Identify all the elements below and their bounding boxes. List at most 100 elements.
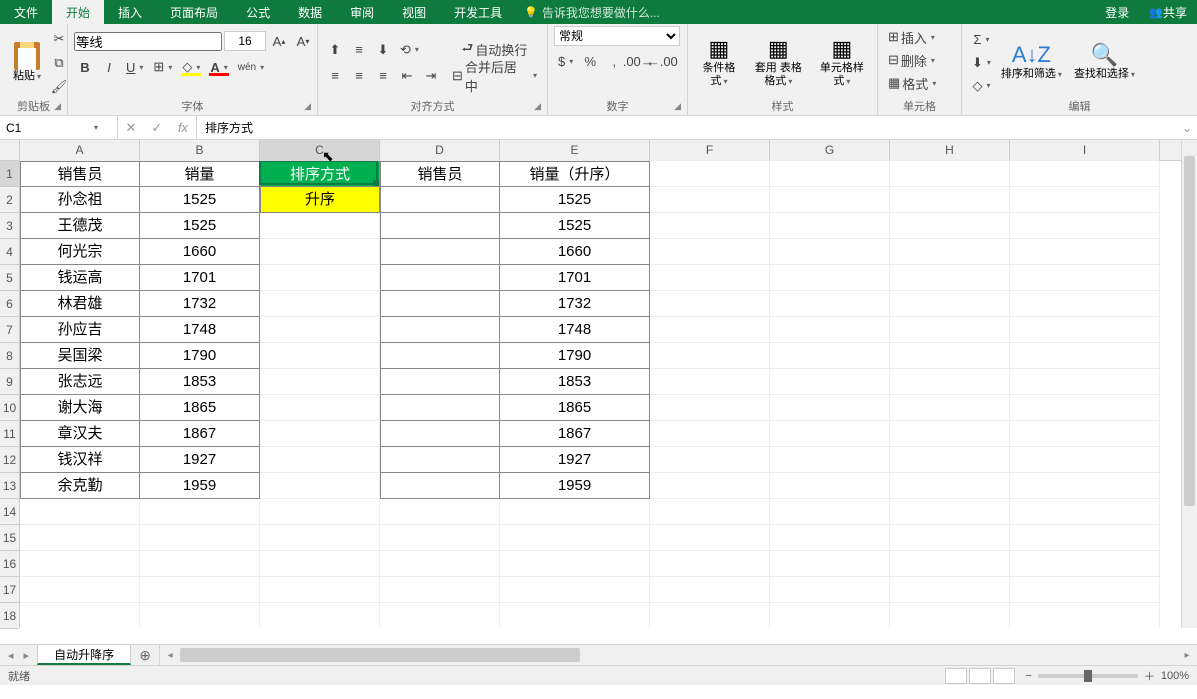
increase-indent-button[interactable]: ⇥ — [420, 65, 442, 87]
decrease-indent-button[interactable]: ⇤ — [396, 65, 418, 87]
percent-button[interactable]: % — [579, 50, 601, 72]
tab-home[interactable]: 开始 — [52, 0, 104, 24]
cell-A16[interactable] — [20, 551, 140, 577]
cell-D15[interactable] — [380, 525, 500, 551]
formula-bar-input[interactable]: 排序方式 — [197, 116, 1177, 139]
tab-formulas[interactable]: 公式 — [232, 0, 284, 24]
hscroll-left[interactable]: ◂ — [162, 645, 178, 665]
cut-button[interactable]: ✂ — [48, 28, 70, 50]
format-cells-button[interactable]: ▦ 格式 ▾ — [884, 72, 940, 94]
cell-E6[interactable]: 1732 — [500, 291, 650, 317]
tab-developer[interactable]: 开发工具 — [440, 0, 516, 24]
cell-F3[interactable] — [650, 213, 770, 239]
share-button[interactable]: 共享 — [1139, 4, 1197, 21]
cell-C18[interactable] — [260, 603, 380, 628]
cell-C10[interactable] — [260, 395, 380, 421]
cell-G10[interactable] — [770, 395, 890, 421]
cell-H3[interactable] — [890, 213, 1010, 239]
row-header-6[interactable]: 6 — [0, 291, 19, 317]
row-header-7[interactable]: 7 — [0, 317, 19, 343]
cell-E18[interactable] — [500, 603, 650, 628]
cell-D16[interactable] — [380, 551, 500, 577]
row-header-12[interactable]: 12 — [0, 447, 19, 473]
underline-button[interactable]: U▾ — [122, 56, 147, 78]
borders-button[interactable]: ⊞▾ — [149, 56, 176, 78]
cell-A10[interactable]: 谢大海 — [20, 395, 140, 421]
cell-E17[interactable] — [500, 577, 650, 603]
cell-D8[interactable] — [380, 343, 500, 369]
confirm-edit-button[interactable]: ✓ — [144, 117, 170, 139]
tab-page-layout[interactable]: 页面布局 — [156, 0, 232, 24]
row-header-5[interactable]: 5 — [0, 265, 19, 291]
cell-F14[interactable] — [650, 499, 770, 525]
cell-C15[interactable] — [260, 525, 380, 551]
cell-A18[interactable] — [20, 603, 140, 628]
cell-C11[interactable] — [260, 421, 380, 447]
cell-F7[interactable] — [650, 317, 770, 343]
cell-E1[interactable]: 销量（升序） — [500, 161, 650, 187]
currency-button[interactable]: $▾ — [554, 50, 577, 72]
merge-center-button[interactable]: ⊟ 合并后居中▾ — [448, 65, 541, 87]
autosum-button[interactable]: Σ▾ — [968, 29, 995, 51]
cell-A7[interactable]: 孙应吉 — [20, 317, 140, 343]
sheet-nav-next[interactable]: ▸ — [24, 649, 30, 662]
sort-filter-button[interactable]: A↓Z排序和筛选▾ — [995, 42, 1068, 82]
cell-E16[interactable] — [500, 551, 650, 577]
cell-C2[interactable]: 升序 — [260, 187, 380, 213]
cell-B17[interactable] — [140, 577, 260, 603]
add-sheet-button[interactable]: ⊕ — [131, 645, 159, 665]
cell-B5[interactable]: 1701 — [140, 265, 260, 291]
cell-D3[interactable] — [380, 213, 500, 239]
login-button[interactable]: 登录 — [1095, 4, 1139, 21]
cell-I8[interactable] — [1010, 343, 1160, 369]
row-header-18[interactable]: 18 — [0, 603, 19, 629]
cell-D10[interactable] — [380, 395, 500, 421]
cell-F17[interactable] — [650, 577, 770, 603]
fill-button[interactable]: ⬇▾ — [968, 52, 995, 74]
cell-E5[interactable]: 1701 — [500, 265, 650, 291]
cell-C8[interactable] — [260, 343, 380, 369]
horizontal-scroll-thumb[interactable] — [180, 648, 580, 662]
cell-E11[interactable]: 1867 — [500, 421, 650, 447]
cell-F6[interactable] — [650, 291, 770, 317]
row-header-16[interactable]: 16 — [0, 551, 19, 577]
cell-I5[interactable] — [1010, 265, 1160, 291]
select-all-corner[interactable] — [0, 140, 20, 161]
cell-H1[interactable] — [890, 161, 1010, 187]
cell-D5[interactable] — [380, 265, 500, 291]
cell-I10[interactable] — [1010, 395, 1160, 421]
row-header-3[interactable]: 3 — [0, 213, 19, 239]
cell-H7[interactable] — [890, 317, 1010, 343]
cell-E8[interactable]: 1790 — [500, 343, 650, 369]
cell-H4[interactable] — [890, 239, 1010, 265]
tab-review[interactable]: 审阅 — [336, 0, 388, 24]
italic-button[interactable]: I — [98, 56, 120, 78]
col-header-F[interactable]: F — [650, 140, 770, 161]
decrease-font-button[interactable]: A▾ — [292, 30, 314, 52]
cell-H12[interactable] — [890, 447, 1010, 473]
format-painter-button[interactable]: 🖌 — [48, 76, 70, 98]
phonetic-button[interactable]: wén▾ — [234, 56, 268, 78]
cell-H17[interactable] — [890, 577, 1010, 603]
copy-button[interactable]: ⧉ — [48, 52, 70, 74]
cell-styles-button[interactable]: ▦单元格样式▾ — [813, 36, 871, 88]
cell-I17[interactable] — [1010, 577, 1160, 603]
tab-view[interactable]: 视图 — [388, 0, 440, 24]
cell-H9[interactable] — [890, 369, 1010, 395]
cell-G14[interactable] — [770, 499, 890, 525]
cell-E13[interactable]: 1959 — [500, 473, 650, 499]
align-bottom-button[interactable]: ⬇ — [372, 39, 394, 61]
cell-I16[interactable] — [1010, 551, 1160, 577]
cell-D9[interactable] — [380, 369, 500, 395]
tell-me-search[interactable]: 告诉我您想要做什么... — [516, 0, 668, 24]
cell-G6[interactable] — [770, 291, 890, 317]
cell-G4[interactable] — [770, 239, 890, 265]
cell-A14[interactable] — [20, 499, 140, 525]
tab-insert[interactable]: 插入 — [104, 0, 156, 24]
cell-F11[interactable] — [650, 421, 770, 447]
cell-G5[interactable] — [770, 265, 890, 291]
col-header-H[interactable]: H — [890, 140, 1010, 161]
vertical-scrollbar[interactable] — [1181, 140, 1197, 628]
cell-C17[interactable] — [260, 577, 380, 603]
cell-C7[interactable] — [260, 317, 380, 343]
